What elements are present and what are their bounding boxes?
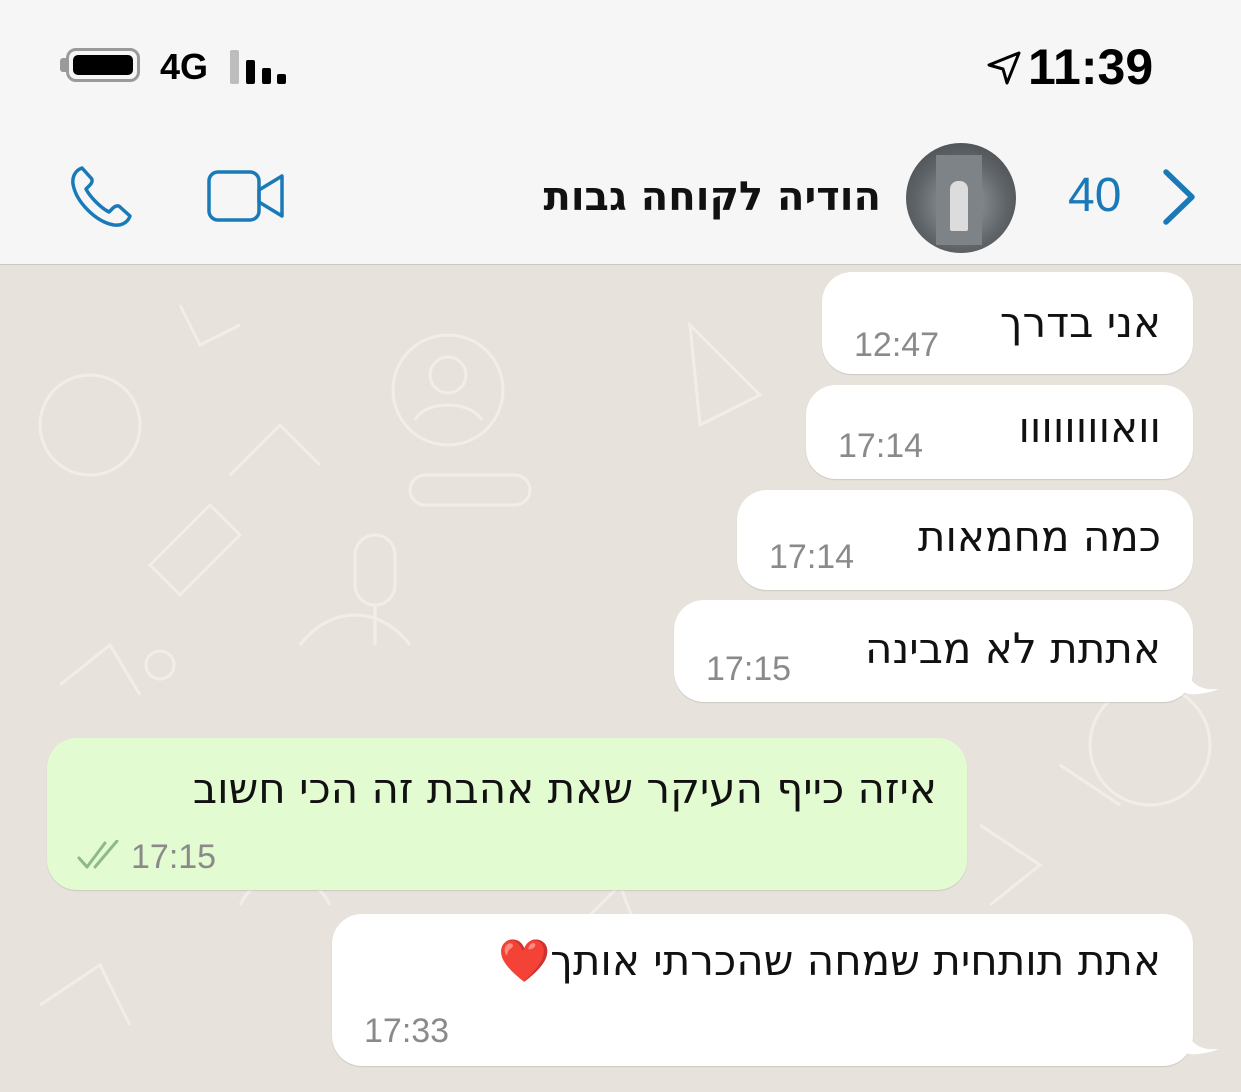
bubble-tail xyxy=(1185,665,1219,695)
message-bubble-outgoing[interactable]: איזה כייף העיקר שאת אהבת זה הכי חשוב 17:… xyxy=(47,738,967,890)
chevron-back-icon[interactable] xyxy=(1158,168,1198,226)
contact-avatar[interactable] xyxy=(906,143,1016,253)
message-bubble-incoming[interactable]: אני בדרך 12:47 xyxy=(822,272,1193,374)
status-bar: 4G 11:39 xyxy=(0,0,1241,130)
message-time: 17:14 xyxy=(838,427,924,465)
video-call-icon[interactable] xyxy=(206,168,286,224)
contact-name[interactable]: הודיה לקוחה גבות xyxy=(544,174,882,220)
message-time: 17:15 xyxy=(131,838,217,876)
message-bubble-incoming[interactable]: וואוווווווו 17:14 xyxy=(806,385,1193,479)
message-time: 12:47 xyxy=(854,326,940,364)
message-text: אתתת לא מבינה xyxy=(865,624,1161,673)
message-time: 17:33 xyxy=(364,1012,450,1050)
message-bubble-incoming[interactable]: כמה מחמאות 17:14 xyxy=(737,490,1193,590)
phone-call-icon[interactable] xyxy=(68,164,134,230)
message-bubble-incoming[interactable]: אתתת לא מבינה 17:15 xyxy=(674,600,1193,702)
location-arrow-icon xyxy=(987,51,1021,85)
status-time: 11:39 xyxy=(1028,39,1154,95)
signal-icon xyxy=(230,50,290,84)
message-time: 17:15 xyxy=(706,650,792,688)
network-type: 4G xyxy=(160,46,209,87)
message-text: אתת תותחית שמחה שהכרתי אותך❤️ xyxy=(497,936,1161,985)
message-bubble-incoming[interactable]: אתת תותחית שמחה שהכרתי אותך❤️ 17:33 xyxy=(332,914,1193,1066)
message-text: וואוווווווו xyxy=(1018,403,1161,452)
battery-tip xyxy=(60,58,66,72)
chat-header: הודיה לקוחה גבות 40 xyxy=(0,130,1241,265)
battery-icon xyxy=(66,48,140,82)
chat-area[interactable]: אני בדרך 12:47 וואוווווווו 17:14 כמה מחמ… xyxy=(0,265,1241,1092)
message-text: כמה מחמאות xyxy=(917,512,1161,561)
message-time: 17:14 xyxy=(769,538,855,576)
message-text: איזה כייף העיקר שאת אהבת זה הכי חשוב xyxy=(192,764,937,813)
bubble-tail xyxy=(1185,1025,1219,1055)
back-unread-count[interactable]: 40 xyxy=(1068,168,1121,223)
read-receipt-icon xyxy=(77,840,119,869)
message-text: אני בדרך xyxy=(999,298,1161,347)
